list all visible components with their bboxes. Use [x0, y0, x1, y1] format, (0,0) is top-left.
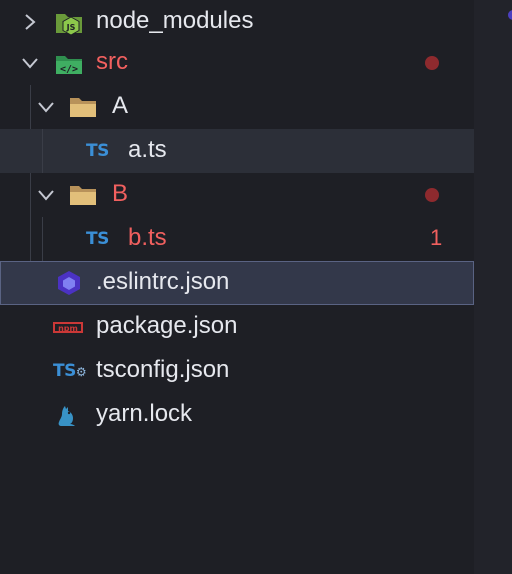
tree-item-yarn-lock[interactable]: yarn.lock	[0, 393, 474, 437]
svg-text:npm: npm	[58, 324, 78, 333]
yarn-icon	[58, 406, 75, 426]
tree-item-label: B	[112, 180, 129, 207]
tree-item-label: yarn.lock	[96, 400, 193, 427]
folder-open-icon	[70, 98, 96, 117]
tree-item-label: src	[96, 48, 128, 75]
tree-item-label: a.ts	[128, 136, 167, 163]
tree-item-label: A	[112, 92, 129, 119]
tree-item-folder-b[interactable]: B	[0, 173, 474, 217]
tree-item-a-ts[interactable]: TS a.ts	[0, 129, 474, 173]
editor-area-edge	[474, 0, 512, 574]
src-folder-icon: </>	[56, 56, 82, 75]
tree-item-label: b.ts	[128, 224, 167, 251]
svg-text:JS: JS	[66, 23, 76, 32]
indent-guide	[42, 129, 43, 173]
tree-item-folder-a[interactable]: A	[0, 85, 474, 129]
eslint-icon	[58, 271, 80, 295]
tsconfig-icon: TS⚙	[53, 361, 87, 381]
tree-item-label: node_modules	[96, 7, 254, 34]
svg-text:</>: </>	[60, 64, 78, 75]
chevron-down-icon[interactable]	[36, 185, 56, 205]
chevron-right-icon[interactable]	[20, 12, 40, 32]
problem-count-badge: 1	[430, 225, 443, 250]
tree-item-src[interactable]: </> src	[0, 41, 474, 85]
nodejs-folder-icon: JS	[56, 14, 82, 35]
editor-tab-indicator	[508, 10, 512, 20]
tree-item-eslintrc[interactable]: .eslintrc.json	[0, 261, 474, 305]
file-explorer: JS node_modules </> src A TS a.ts B TS b…	[0, 0, 474, 574]
indent-guide	[42, 217, 43, 261]
folder-open-icon	[70, 186, 96, 205]
chevron-down-icon[interactable]	[20, 53, 40, 73]
modified-dot	[425, 56, 439, 70]
tree-item-label: tsconfig.json	[96, 356, 230, 383]
tree-item-node-modules[interactable]: JS node_modules	[0, 0, 474, 44]
chevron-down-icon[interactable]	[36, 97, 56, 117]
modified-dot	[425, 188, 439, 202]
tree-item-label: package.json	[96, 312, 238, 339]
tree-item-package-json[interactable]: npm package.json	[0, 305, 474, 349]
tree-item-tsconfig[interactable]: TS⚙ tsconfig.json	[0, 349, 474, 393]
tree-item-label: .eslintrc.json	[96, 268, 230, 295]
npm-icon: npm	[53, 322, 83, 333]
typescript-icon: TS	[86, 141, 109, 161]
typescript-icon: TS	[86, 229, 109, 249]
tree-item-b-ts[interactable]: TS b.ts 1	[0, 217, 474, 261]
